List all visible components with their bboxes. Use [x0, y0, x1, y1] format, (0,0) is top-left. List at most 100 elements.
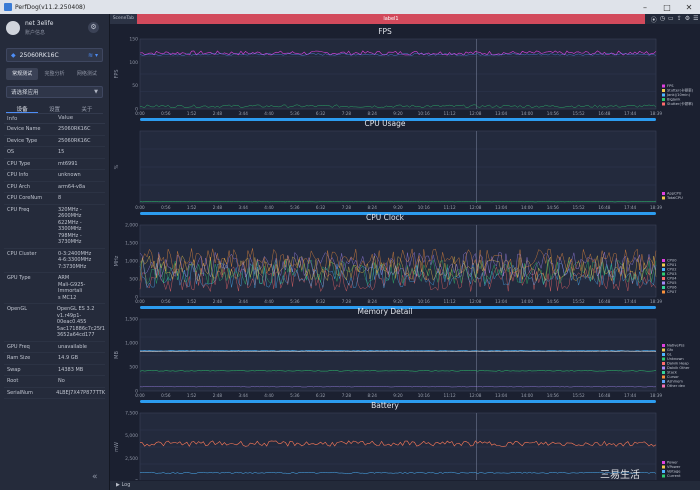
x-tick-label: 14:00	[521, 205, 533, 210]
app-selector[interactable]: 请选择应用 ▼	[6, 86, 103, 98]
minimize-icon[interactable]: –	[634, 3, 656, 12]
avatar[interactable]	[6, 21, 20, 35]
x-tick-label: 11:12	[444, 393, 456, 398]
info-row: CPU Type mt6991	[4, 159, 105, 170]
info-value: 0-3:2400MHz 4-6:3300MHz 7:3730MHz	[58, 250, 92, 270]
legend-swatch	[662, 353, 665, 356]
info-row: CPU Cluster 0-3:2400MHz 4-6:3300MHz 7:373…	[4, 249, 105, 273]
scene-tab[interactable]: SceneTab	[110, 14, 137, 24]
legend-label: Jank(/10min)	[666, 93, 691, 97]
x-tick-label: 14:00	[521, 111, 533, 116]
x-tick-label: 7:28	[342, 111, 352, 116]
info-row: GPU Type ARM Mali-G925-Immortali s MC12	[4, 273, 105, 304]
info-key: CPU CoreNum	[7, 195, 43, 201]
subtab-about[interactable]: 关于	[71, 105, 103, 113]
subtab-settings[interactable]: 设置	[38, 105, 70, 113]
panel-title-clock: CPU Clock	[366, 213, 405, 222]
info-key: GPU Freq	[7, 343, 30, 350]
x-tick-label: 12:08	[469, 393, 481, 398]
x-tick-label: 3:44	[238, 393, 248, 398]
subtab-device[interactable]: 设备	[6, 105, 39, 113]
x-tick-label: 14:56	[547, 111, 559, 116]
log-bar[interactable]: ▶ Log	[110, 481, 700, 490]
info-row: CPU Arch arm64-v8a	[4, 182, 105, 193]
x-tick-label: 2:48	[213, 299, 223, 304]
x-tick-label: 18:39	[650, 393, 662, 398]
charts-canvas: FPS150100500FPS0:00 0:56 1:52 2:48 3:44 4:40 5…	[114, 27, 694, 480]
x-tick-label: 0:00	[135, 299, 145, 304]
y-tick-label: 1,000	[125, 259, 138, 265]
x-tick-label: 7:28	[342, 393, 352, 398]
y-tick-label: 100	[129, 60, 138, 66]
info-value: OpenGL ES 3.2 v1.r49p1-00eac0.455 5ac171…	[56, 306, 105, 338]
x-tick-label: 15:52	[573, 299, 585, 304]
info-header-key: Info	[7, 115, 18, 122]
info-row: GPU Freq unavailable	[4, 342, 105, 353]
legend-swatch	[662, 192, 665, 195]
device-name: 25060RK16C	[19, 51, 59, 59]
collapse-sidebar-icon[interactable]: «	[92, 472, 98, 482]
info-value: 320MHz - 2600MHz 622MHz - 3300MHz 798MHz…	[58, 206, 82, 246]
legend-label: CPU1	[667, 263, 677, 267]
x-tick-label: 2:48	[213, 205, 223, 210]
y-tick-label: 1,500	[125, 241, 138, 247]
legend-swatch	[662, 384, 665, 388]
mode-tab-full[interactable]: 完整分析	[38, 68, 70, 80]
mode-tab-network[interactable]: 网络测试	[71, 68, 103, 80]
legend-label: CPU7	[667, 290, 677, 294]
device-selector[interactable]: ◆ 25060RK16C ≋ ▾	[6, 48, 103, 62]
x-tick-label: 14:00	[521, 299, 533, 304]
list-icon[interactable]: ☰	[693, 15, 698, 24]
legend-swatch	[662, 98, 665, 101]
watermark: 三易生活	[600, 470, 640, 481]
mode-tab-normal[interactable]: 常规测试	[6, 68, 39, 80]
info-value: 25060RK16C	[58, 137, 91, 144]
plot-area-battery	[139, 412, 657, 480]
legend-label: CPU2	[667, 268, 677, 272]
main-area: SceneTab label1 ⦿ ◷ ▭ ⇪ ⚙ ☰ FPS 150 100 50 0…	[110, 14, 700, 490]
x-tick-label: 11:12	[444, 205, 456, 210]
maximize-icon[interactable]: □	[656, 3, 678, 12]
info-row: CPU CoreNum 8	[4, 193, 105, 205]
legend-swatch	[662, 89, 665, 92]
info-key: Device Name	[7, 126, 41, 132]
legend-swatch	[662, 344, 665, 347]
label-tab[interactable]: label1	[136, 14, 646, 24]
info-key: CPU Type	[7, 160, 31, 167]
y-tick-label: 7,500	[125, 411, 138, 417]
legend-swatch	[662, 196, 665, 200]
gear-icon[interactable]: ⚙	[685, 15, 690, 24]
y-axis-label: MB	[114, 351, 120, 359]
info-key: CPU Arch	[7, 183, 31, 190]
x-tick-label: 6:32	[316, 205, 326, 210]
device-icon: ◆	[11, 51, 16, 59]
info-key: Swap	[7, 366, 21, 373]
app-icon	[4, 3, 12, 11]
x-tick-label: 3:44	[238, 299, 248, 304]
x-tick-label: 10:16	[418, 393, 430, 398]
x-tick-label: 12:08	[469, 111, 481, 116]
folder-icon[interactable]: ▭	[668, 15, 674, 24]
settings-icon[interactable]: ⚙	[88, 22, 99, 33]
x-tick-label: 5:36	[290, 299, 300, 304]
location-icon[interactable]: ⦿	[651, 15, 657, 24]
x-tick-label: 17:44	[624, 299, 636, 304]
info-row: Device Name 25060RK16C	[4, 124, 105, 136]
legend-label: Ashmem	[667, 380, 683, 384]
x-tick-label: 11:12	[444, 111, 456, 116]
x-tick-label: 1:52	[187, 205, 197, 210]
x-tick-label: 0:00	[135, 393, 145, 398]
upload-icon[interactable]: ⇪	[677, 15, 682, 24]
close-icon[interactable]: ✕	[678, 3, 700, 12]
info-value: No	[58, 378, 65, 384]
chevron-down-icon: ▼	[94, 89, 98, 95]
x-tick-label: 1:52	[187, 393, 197, 398]
x-tick-label: 9:20	[393, 299, 403, 304]
legend-label: CPU6	[667, 286, 677, 290]
x-tick-label: 17:44	[624, 111, 636, 116]
profile-sub[interactable]: 账户信息	[25, 29, 53, 36]
clock-icon[interactable]: ◷	[660, 15, 665, 24]
x-tick-label: 18:39	[650, 299, 662, 304]
x-tick-label: 7:28	[342, 205, 352, 210]
x-tick-label: 9:20	[393, 393, 403, 398]
